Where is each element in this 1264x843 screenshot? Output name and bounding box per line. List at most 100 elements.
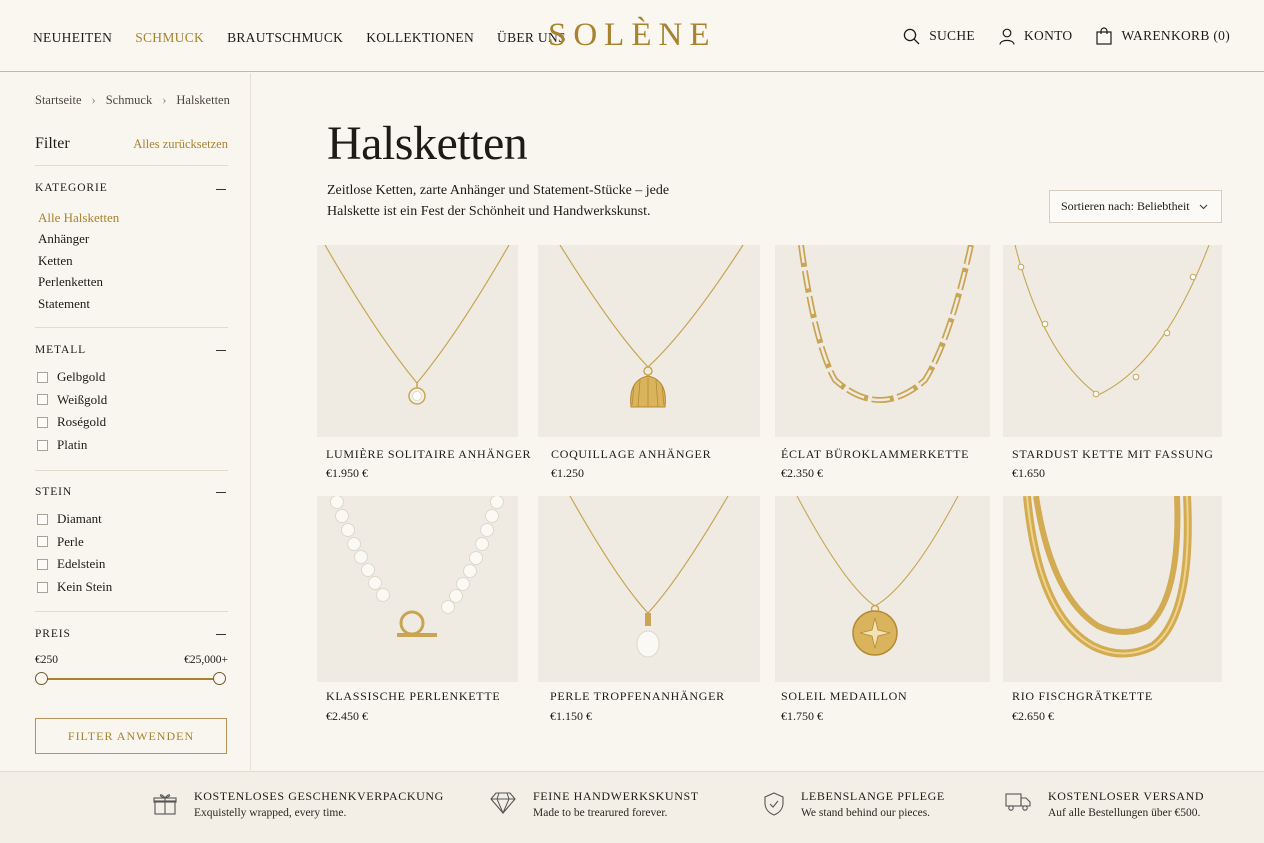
checkbox-label: Roségold [57,414,107,430]
checkbox[interactable] [37,394,48,406]
product-card[interactable]: ÉCLAT BÜROKLAMMERKETTE €2.350 € [775,245,990,485]
product-name[interactable]: COQUILLAGE ANHÄNGER [551,447,711,462]
stone-checkbox-list: Diamant Perle Edelstein Kein Stein [37,508,112,598]
product-name[interactable]: PERLE TROPFENANHÄNGER [550,689,725,704]
price-slider-track[interactable] [41,678,220,680]
price-range-labels: €250 €25,000+ [35,654,228,666]
metal-section-title[interactable]: METALL [35,344,86,356]
checkbox-label: Perle [57,533,84,549]
product-image-paperclip[interactable] [775,245,990,437]
site-header: NEUHEITEN SCHMUCK BRAUTSCHMUCK KOLLEKTIO… [0,0,1264,72]
header-utilities: SUCHE KONTO WARENKORB (0) [879,27,1230,45]
apply-filters-button[interactable]: FILTER ANWENDEN [35,718,227,754]
cart-button[interactable]: WARENKORB (0) [1096,27,1230,45]
product-card[interactable]: PERLE TROPFENANHÄNGER €1.150 € [538,496,760,728]
product-card[interactable]: LUMIÈRE SOLITAIRE ANHÄNGER €1.950 € [317,245,531,485]
user-icon [999,28,1015,45]
metal-checkbox-list: Gelbgold Weißgold Roségold Platin [37,366,107,456]
checkbox-label: Edelstein [57,556,106,572]
stone-option-kein-stein[interactable]: Kein Stein [37,576,112,599]
checkbox-label: Diamant [57,511,102,527]
diamond-icon [490,792,516,814]
product-image-medallion[interactable] [775,496,990,682]
product-price: €1.750 € [781,709,823,723]
collapse-minus-icon[interactable] [216,350,226,351]
nav-item-schmuck[interactable]: SCHMUCK [135,30,204,46]
filter-header: Filter Alles zurücksetzen [35,135,228,153]
collapse-minus-icon[interactable] [216,634,226,635]
checkbox[interactable] [37,416,48,428]
checkbox[interactable] [37,371,48,383]
product-name[interactable]: KLASSISCHE PERLENKETTE [326,689,500,704]
category-item-ketten[interactable]: Ketten [38,250,119,271]
metal-option-platin[interactable]: Platin [37,434,107,457]
checkbox-label: Gelbgold [57,369,106,385]
search-button[interactable]: SUCHE [903,28,975,45]
checkbox[interactable] [37,439,48,451]
truck-icon [1005,793,1031,811]
product-card[interactable]: STARDUST KETTE MIT FASSUNG €1.650 [1003,245,1222,485]
checkbox-label: Platin [57,437,88,453]
stone-option-perle[interactable]: Perle [37,531,112,554]
product-name[interactable]: SOLEIL MEDAILLON [781,689,907,704]
sort-dropdown[interactable]: Sortieren nach: Beliebtheit [1049,190,1222,223]
stone-section-title[interactable]: STEIN [35,486,72,498]
page-description: Zeitlose Ketten, zarte Anhänger und Stat… [327,183,670,219]
metal-option-rosegold[interactable]: Roségold [37,411,107,434]
collapse-minus-icon[interactable] [216,189,226,190]
nav-item-kollektionen[interactable]: KOLLEKTIONEN [366,30,474,46]
category-item-alle[interactable]: Alle Halsketten [38,207,119,228]
product-price: €1.250 [551,466,584,480]
category-list: Alle Halsketten Anhänger Ketten Perlenke… [38,207,119,314]
metal-option-weissgold[interactable]: Weißgold [37,389,107,412]
category-item-perlenketten[interactable]: Perlenketten [38,271,119,292]
product-image-solitaire[interactable] [317,245,518,437]
category-item-statement[interactable]: Statement [38,293,119,314]
product-price: €1.650 [1012,466,1045,480]
search-label: SUCHE [929,28,975,43]
divider [35,611,228,612]
product-name[interactable]: LUMIÈRE SOLITAIRE ANHÄNGER [326,447,531,462]
breadcrumb-current: Halsketten [176,93,230,107]
feature-craftsmanship: FEINE HANDWERKSKUNST Made to be trearure… [490,789,699,819]
price-section-title[interactable]: PREIS [35,628,71,640]
price-slider-min-handle[interactable] [35,672,48,685]
nav-item-brautschmuck[interactable]: BRAUTSCHMUCK [227,30,343,46]
stone-option-diamant[interactable]: Diamant [37,508,112,531]
divider [35,327,228,328]
reset-filters-link[interactable]: Alles zurücksetzen [133,137,228,152]
category-item-anhaenger[interactable]: Anhänger [38,228,119,249]
checkbox[interactable] [37,513,48,525]
product-name[interactable]: RIO FISCHGRÄTKETTE [1012,689,1153,704]
product-price: €1.150 € [550,709,592,723]
product-price: €2.350 € [781,466,823,480]
product-name[interactable]: ÉCLAT BÜROKLAMMERKETTE [781,447,969,462]
filter-title: Filter [35,135,70,152]
breadcrumb-link-schmuck[interactable]: Schmuck [106,93,153,107]
product-card[interactable]: COQUILLAGE ANHÄNGER €1.250 [538,245,760,485]
metal-option-gelbgold[interactable]: Gelbgold [37,366,107,389]
product-card[interactable]: RIO FISCHGRÄTKETTE €2.650 € [1003,496,1222,728]
product-name[interactable]: STARDUST KETTE MIT FASSUNG [1012,447,1214,462]
stone-option-edelstein[interactable]: Edelstein [37,553,112,576]
category-section-title[interactable]: KATEGORIE [35,182,108,194]
collapse-minus-icon[interactable] [216,492,226,493]
product-card[interactable]: SOLEIL MEDAILLON €1.750 € [775,496,990,728]
product-image-station-chain[interactable] [1003,245,1222,437]
brand-logo[interactable]: SOLÈNE [548,17,728,54]
nav-item-neuheiten[interactable]: NEUHEITEN [33,30,112,46]
account-button[interactable]: KONTO [999,28,1073,45]
checkbox[interactable] [37,536,48,548]
breadcrumb-link-startseite[interactable]: Startseite [35,93,82,107]
product-image-herringbone[interactable] [1003,496,1222,682]
feature-lifetime-care: LEBENSLANGE PFLEGE We stand behind our p… [764,789,945,819]
product-card[interactable]: KLASSISCHE PERLENKETTE €2.450 € [317,496,518,728]
feature-free-shipping: KOSTENLOSER VERSAND Auf alle Bestellunge… [1005,789,1204,819]
product-image-pearl-drop[interactable] [538,496,760,682]
checkbox[interactable] [37,558,48,570]
price-slider-max-handle[interactable] [213,672,226,685]
product-image-shell[interactable] [538,245,760,437]
product-image-pearl-necklace[interactable] [317,496,518,682]
checkbox[interactable] [37,581,48,593]
chevron-right-icon: › [91,93,96,107]
